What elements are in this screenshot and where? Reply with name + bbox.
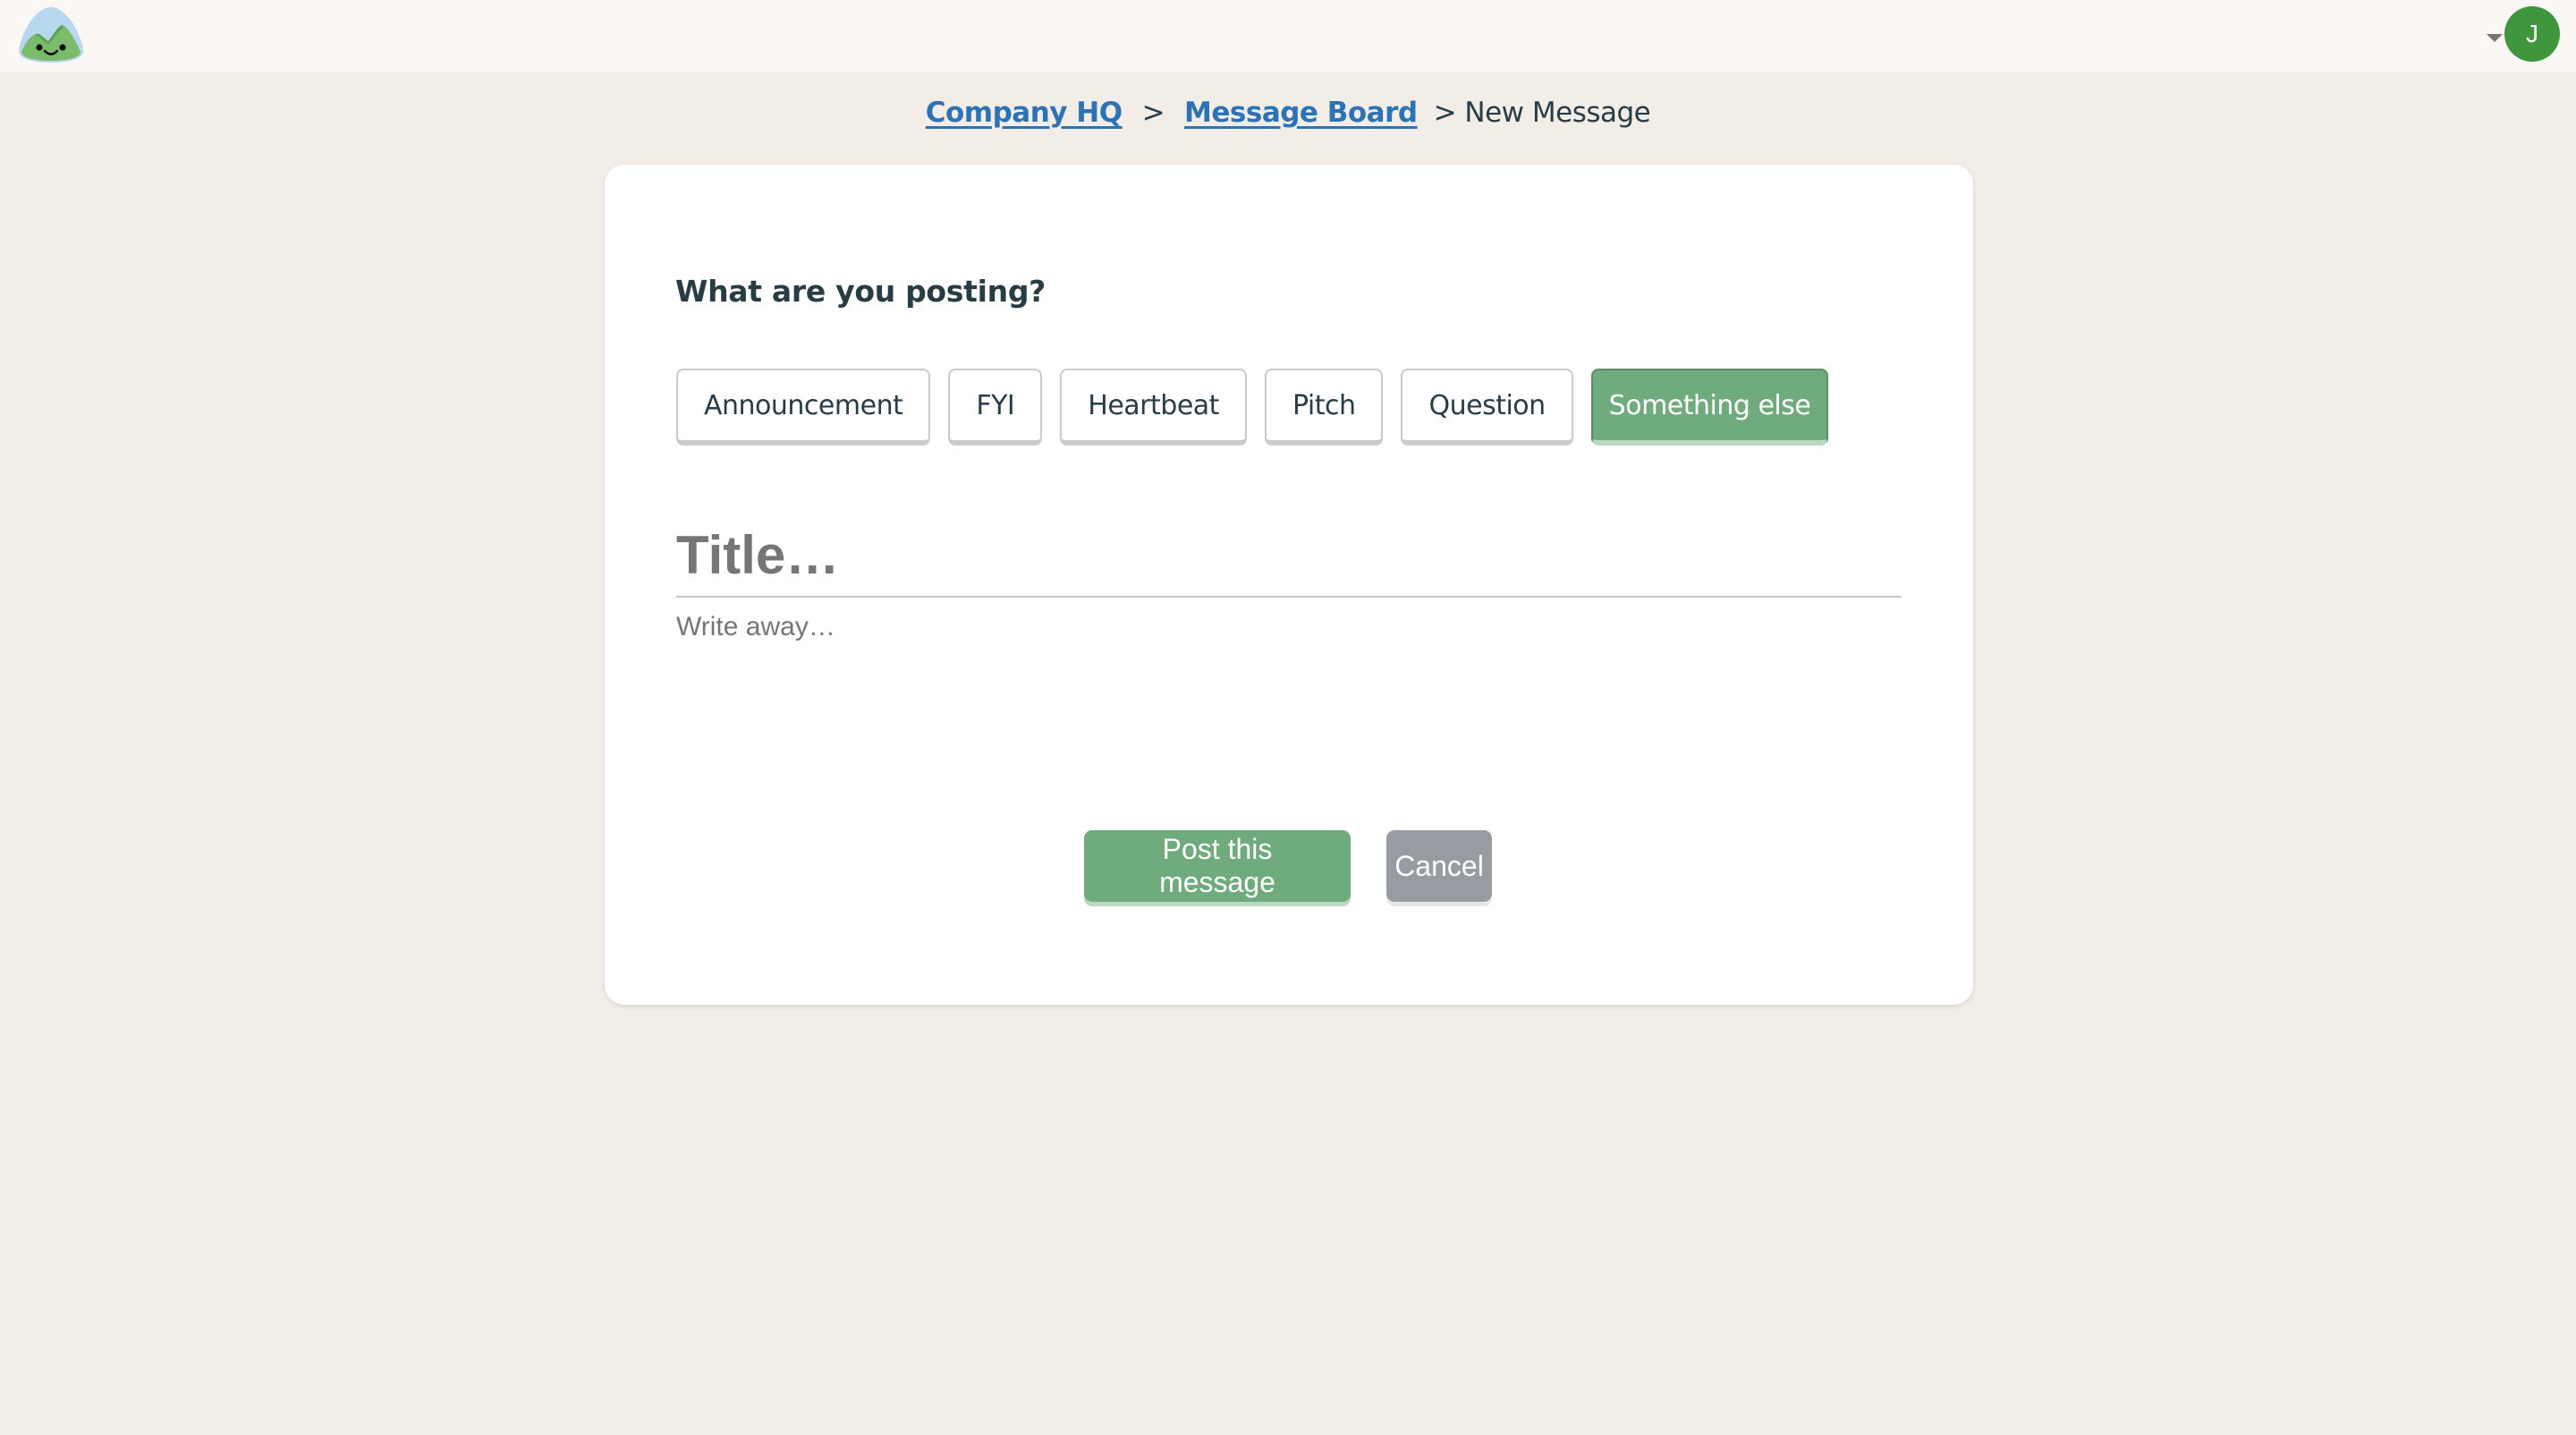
message-body-input[interactable] xyxy=(676,612,1902,791)
category-fyi-button[interactable]: FYI xyxy=(948,369,1043,446)
breadcrumb-company-hq[interactable]: Company HQ xyxy=(926,97,1123,129)
title-divider xyxy=(676,596,1902,598)
category-something-else-button[interactable]: Something else xyxy=(1590,369,1829,446)
caret-down-icon[interactable] xyxy=(2487,33,2503,42)
new-message-card: What are you posting? Announcement FYI H… xyxy=(605,165,1973,1005)
breadcrumb-message-board[interactable]: Message Board xyxy=(1184,97,1418,129)
category-announcement-button[interactable]: Announcement xyxy=(676,369,931,446)
title-input[interactable] xyxy=(676,514,1902,596)
category-options: Announcement FYI Heartbeat Pitch Questio… xyxy=(676,369,1829,446)
account-menu[interactable]: J xyxy=(2487,6,2560,62)
breadcrumb-current: New Message xyxy=(1464,97,1651,129)
category-pitch-button[interactable]: Pitch xyxy=(1264,369,1384,446)
breadcrumb: Company HQ > Message Board > New Message xyxy=(0,97,2576,129)
top-bar: J xyxy=(0,0,2576,72)
basecamp-logo-icon[interactable] xyxy=(16,5,86,64)
category-heading: What are you posting? xyxy=(675,274,1046,309)
post-message-button[interactable]: Post this message xyxy=(1084,830,1351,902)
avatar[interactable]: J xyxy=(2504,6,2560,62)
category-question-button[interactable]: Question xyxy=(1401,369,1573,446)
form-actions: Post this message Cancel xyxy=(1084,830,1492,902)
breadcrumb-separator: > xyxy=(1141,97,1165,129)
category-heartbeat-button[interactable]: Heartbeat xyxy=(1060,369,1247,446)
cancel-button[interactable]: Cancel xyxy=(1386,830,1492,902)
breadcrumb-separator: > xyxy=(1433,97,1457,129)
